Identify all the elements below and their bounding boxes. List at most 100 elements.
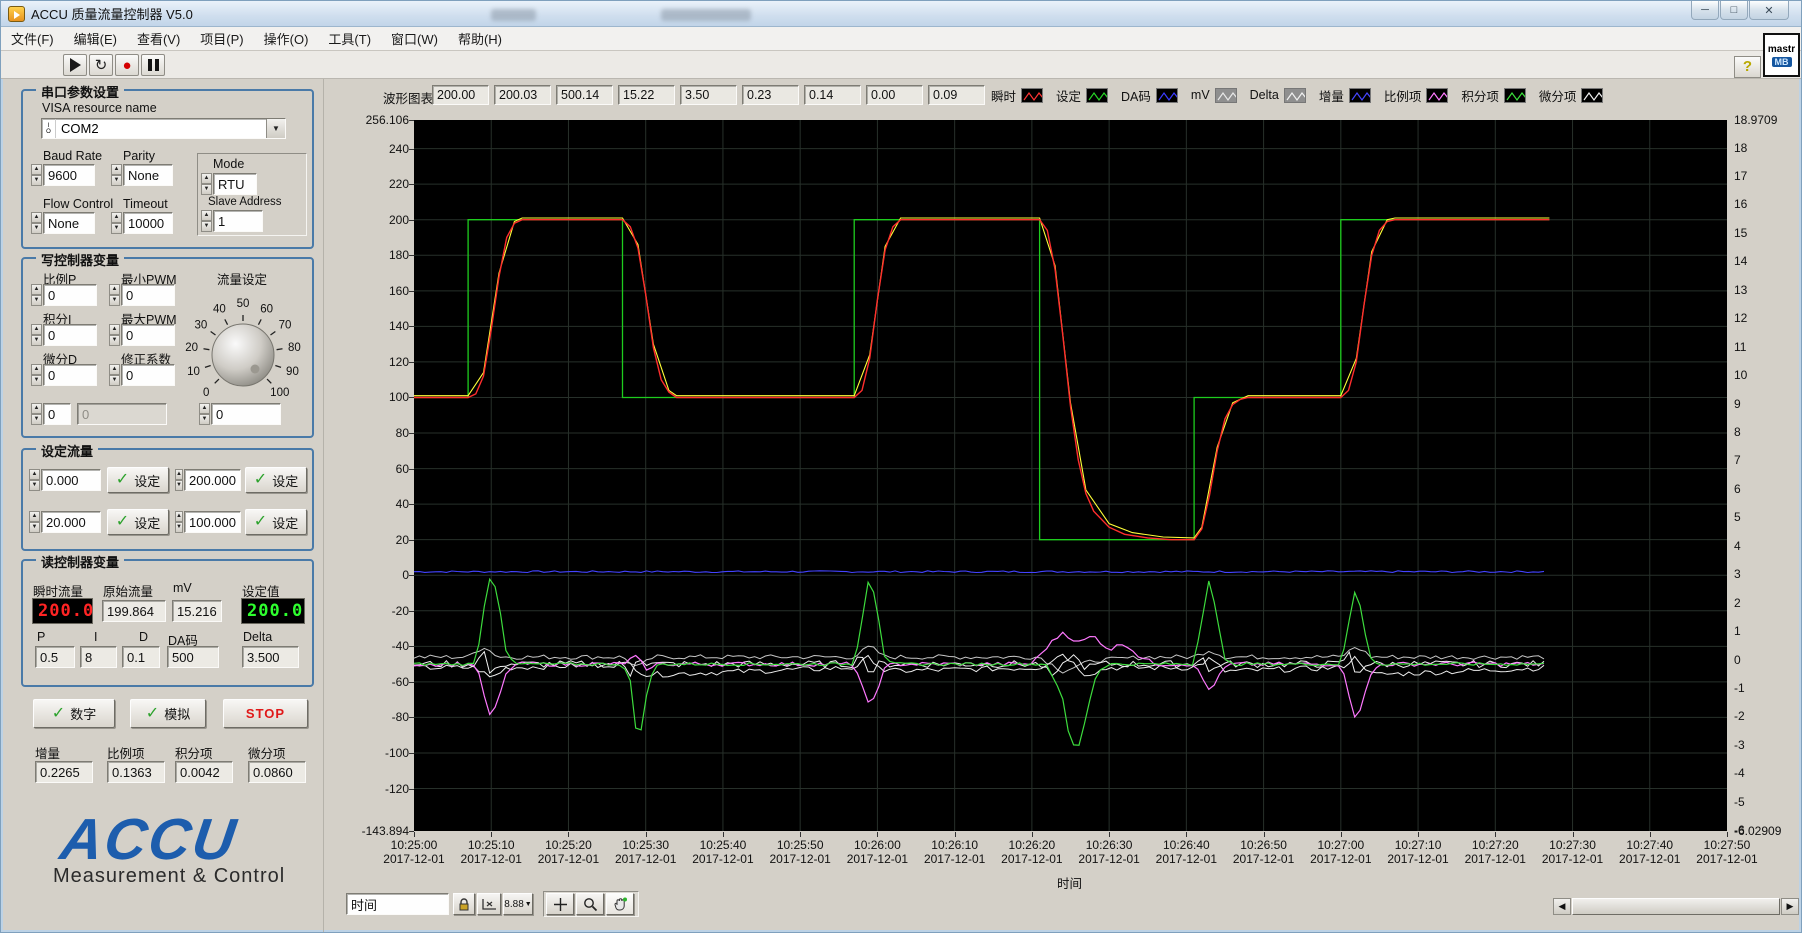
legend-item[interactable]: mV <box>1191 88 1237 103</box>
scale-format-button[interactable]: 8.88▼ <box>503 893 533 915</box>
menu-item[interactable]: 帮助(H) <box>448 26 512 51</box>
min-pwm-field[interactable]: ▲▼0 <box>109 284 175 306</box>
close-button[interactable]: ✕ <box>1749 1 1789 20</box>
accu-logo: ACCU <box>57 811 241 869</box>
knob-tick-label: 70 <box>279 319 292 331</box>
spinner[interactable]: ▲▼ <box>31 364 42 386</box>
spinner[interactable]: ▲▼ <box>109 364 120 386</box>
spinner[interactable]: ▲▼ <box>175 511 183 533</box>
set-flow-field-2[interactable]: ▲▼200.000 <box>175 469 241 491</box>
waveform-chart-plot[interactable] <box>414 120 1727 831</box>
menu-item[interactable]: 编辑(E) <box>64 26 127 51</box>
check-icon: ✓ <box>254 514 267 530</box>
legend-item[interactable]: 设定 <box>1056 86 1108 105</box>
chevron-down-icon[interactable]: ▼ <box>266 119 285 138</box>
spinner[interactable]: ▲▼ <box>31 164 42 186</box>
knob-value-field[interactable]: ▲▼0 <box>199 403 281 425</box>
cursor-tool-button[interactable] <box>546 893 574 915</box>
x-scale-name-field[interactable]: 时间 <box>346 893 449 915</box>
set-button-4[interactable]: ✓设定 <box>245 509 307 535</box>
spinner[interactable]: ▲▼ <box>31 403 42 425</box>
spinner[interactable]: ▲▼ <box>111 212 122 234</box>
digital-button[interactable]: ✓数字 <box>33 699 115 728</box>
autoscale-x-button[interactable] <box>477 893 501 915</box>
y-right-tick-label: -1 <box>1734 681 1802 695</box>
spinner[interactable]: ▲▼ <box>31 284 42 306</box>
p-gain-field[interactable]: ▲▼0 <box>31 284 97 306</box>
legend-swatch-icon <box>1504 88 1526 103</box>
set-button-2[interactable]: ✓设定 <box>245 467 307 493</box>
scrollbar-thumb[interactable] <box>1572 898 1780 915</box>
set-flow-field-4[interactable]: ▲▼100.000 <box>175 511 241 533</box>
set-flow-field-3[interactable]: ▲▼20.000 <box>29 511 101 533</box>
visa-resource-combo[interactable]: IO COM2 ▼ <box>41 118 286 139</box>
minimize-button[interactable]: ─ <box>1691 1 1719 20</box>
flow-setpoint-knob[interactable]: 0102030405060708090100 <box>173 283 313 403</box>
legend-item[interactable]: DA码 <box>1121 86 1178 105</box>
analog-button[interactable]: ✓模拟 <box>130 699 206 728</box>
pause-button[interactable] <box>141 54 165 76</box>
spinner[interactable]: ▲▼ <box>31 324 42 346</box>
menu-item[interactable]: 文件(F) <box>1 26 64 51</box>
x-axis-tick <box>414 832 415 837</box>
increment-value: 0.2265 <box>35 761 93 783</box>
legend-item[interactable]: 积分项 <box>1461 86 1526 105</box>
max-pwm-field[interactable]: ▲▼0 <box>109 324 175 346</box>
legend-swatch-icon <box>1349 88 1371 103</box>
pan-tool-button[interactable] <box>606 893 634 915</box>
extra-small-field[interactable]: ▲▼0 <box>31 403 71 425</box>
mv-label: mV <box>173 581 192 595</box>
legend-item[interactable]: 比例项 <box>1384 86 1449 105</box>
spinner[interactable]: ▲▼ <box>31 212 42 234</box>
y-right-tick-label: 3 <box>1734 567 1802 581</box>
run-continuous-button[interactable]: ↻ <box>89 54 113 76</box>
axis-tick <box>409 646 414 647</box>
abort-button[interactable]: ● <box>115 54 139 76</box>
menu-item[interactable]: 查看(V) <box>127 26 190 51</box>
scale-lock-button[interactable] <box>453 893 475 915</box>
set-flow-field-1[interactable]: ▲▼0.000 <box>29 469 101 491</box>
spinner[interactable]: ▲▼ <box>111 164 122 186</box>
parity-field[interactable]: ▲▼None <box>111 164 173 186</box>
stop-button[interactable]: STOP <box>223 699 308 728</box>
maximize-button[interactable]: □ <box>1720 1 1748 20</box>
spinner[interactable]: ▲▼ <box>199 403 210 425</box>
spinner[interactable]: ▲▼ <box>201 210 212 232</box>
flow-control-field[interactable]: ▲▼None <box>31 212 95 234</box>
spinner[interactable]: ▲▼ <box>201 173 212 195</box>
y-right-tick-label: 8 <box>1734 425 1802 439</box>
app-icon <box>8 6 25 22</box>
legend-item[interactable]: 微分项 <box>1539 86 1604 105</box>
timeout-field[interactable]: ▲▼10000 <box>111 212 173 234</box>
spinner[interactable]: ▲▼ <box>109 324 120 346</box>
d-label: D <box>139 630 148 644</box>
zoom-tool-button[interactable] <box>576 893 604 915</box>
run-button[interactable] <box>63 54 87 76</box>
menu-item[interactable]: 工具(T) <box>318 26 381 51</box>
menu-item[interactable]: 窗口(W) <box>381 26 448 51</box>
i-gain-field[interactable]: ▲▼0 <box>31 324 97 346</box>
chart-value-box: 3.50 <box>680 85 737 105</box>
spinner[interactable]: ▲▼ <box>175 469 183 491</box>
legend-swatch-icon <box>1284 88 1306 103</box>
menu-item[interactable]: 操作(O) <box>254 26 319 51</box>
baud-rate-field[interactable]: ▲▼9600 <box>31 164 95 186</box>
menu-item[interactable]: 项目(P) <box>190 26 253 51</box>
spinner[interactable]: ▲▼ <box>109 284 120 306</box>
set-button-3[interactable]: ✓设定 <box>107 509 169 535</box>
legend-item[interactable]: 增量 <box>1319 86 1371 105</box>
spinner[interactable]: ▲▼ <box>29 511 40 533</box>
correction-field[interactable]: ▲▼0 <box>109 364 175 386</box>
y-right-tick-label: -5 <box>1734 795 1802 809</box>
y-right-tick-label: -4 <box>1734 766 1802 780</box>
d-gain-field[interactable]: ▲▼0 <box>31 364 97 386</box>
set-button-1[interactable]: ✓设定 <box>107 467 169 493</box>
help-button[interactable]: ? <box>1734 56 1761 78</box>
spinner[interactable]: ▲▼ <box>29 469 40 491</box>
mode-field[interactable]: ▲▼RTU <box>201 173 257 195</box>
legend-item[interactable]: 瞬时 <box>991 86 1043 105</box>
slave-address-field[interactable]: ▲▼1 <box>201 210 263 232</box>
legend-item[interactable]: Delta <box>1250 88 1306 103</box>
scrollbar-right-arrow[interactable]: ▶ <box>1781 898 1799 915</box>
scrollbar-left-arrow[interactable]: ◀ <box>1553 898 1571 915</box>
